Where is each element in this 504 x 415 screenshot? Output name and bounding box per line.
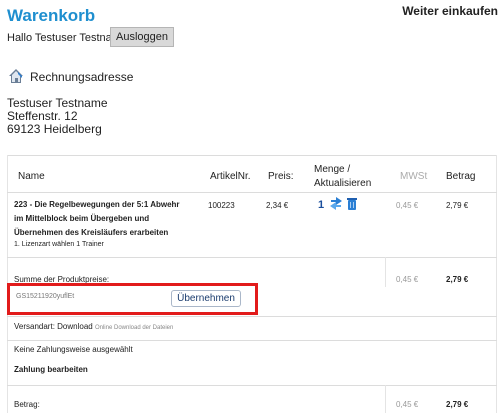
payment-divider bbox=[7, 385, 497, 386]
product-quantity[interactable]: 1 bbox=[318, 199, 324, 211]
product-option: 1. Lizenzart wählen 1 Trainer bbox=[14, 241, 104, 248]
address-street: Steffenstr. 12 bbox=[7, 109, 78, 123]
subtotal-vat: 0,45 € bbox=[396, 275, 419, 284]
payment-status: Keine Zahlungsweise ausgewählt bbox=[14, 345, 133, 354]
item-divider bbox=[7, 257, 497, 258]
col-header-quantity-2: Aktualisieren bbox=[314, 178, 372, 189]
col-header-vat: MWSt bbox=[400, 171, 428, 182]
house-icon bbox=[9, 69, 23, 83]
logout-button[interactable]: Ausloggen bbox=[110, 27, 174, 47]
total-amount: 2,79 € bbox=[446, 400, 469, 409]
product-name-line: im Mittelblock beim Übergeben und bbox=[14, 214, 150, 223]
total-vat: 0,45 € bbox=[396, 400, 419, 409]
subtotal-column-divider bbox=[385, 257, 386, 287]
product-article-no: 100223 bbox=[208, 201, 235, 210]
product-amount: 2,79 € bbox=[446, 201, 469, 210]
refresh-icon[interactable] bbox=[330, 197, 342, 210]
shipping-label: Versandart: bbox=[14, 322, 55, 331]
col-header-quantity-1: Menge / bbox=[314, 164, 351, 175]
product-name-line: 223 - Die Regelbewegungen der 5:1 Abwehr bbox=[14, 200, 180, 209]
address-city: 69123 Heidelberg bbox=[7, 122, 102, 136]
product-name-line: Übernehmen des Kreisläufers erarbeiten bbox=[14, 228, 169, 237]
trash-icon[interactable] bbox=[347, 197, 357, 210]
highlight-box bbox=[7, 283, 258, 315]
subtotal-amount: 2,79 € bbox=[446, 275, 469, 284]
product-vat: 0,45 € bbox=[396, 201, 419, 210]
col-header-amount: Betrag bbox=[446, 171, 476, 182]
col-header-name: Name bbox=[18, 171, 45, 182]
product-price: 2,34 € bbox=[266, 201, 289, 210]
table-top-border bbox=[7, 155, 497, 156]
page-title: Warenkorb bbox=[7, 6, 96, 25]
continue-shopping-link[interactable]: Weiter einkaufen bbox=[402, 4, 498, 18]
billing-heading: Rechnungsadresse bbox=[30, 70, 134, 84]
shipping-note: Online Download der Dateien bbox=[94, 325, 174, 331]
shipping-info: Versandart: Download Online Download der… bbox=[14, 322, 173, 331]
address-name: Testuser Testname bbox=[7, 96, 108, 110]
col-header-price: Preis: bbox=[268, 171, 294, 182]
col-header-article: ArtikelNr. bbox=[210, 171, 251, 182]
edit-payment-link[interactable]: Zahlung bearbeiten bbox=[14, 365, 88, 374]
coupon-divider bbox=[7, 316, 497, 317]
shipping-method: Download bbox=[57, 322, 93, 331]
header-divider bbox=[7, 192, 497, 193]
total-label: Betrag: bbox=[14, 400, 40, 409]
shipping-divider bbox=[7, 340, 497, 341]
product-name: 223 - Die Regelbewegungen der 5:1 Abwehr… bbox=[14, 198, 196, 240]
table-right-border bbox=[496, 155, 497, 413]
total-column-divider bbox=[385, 385, 386, 413]
